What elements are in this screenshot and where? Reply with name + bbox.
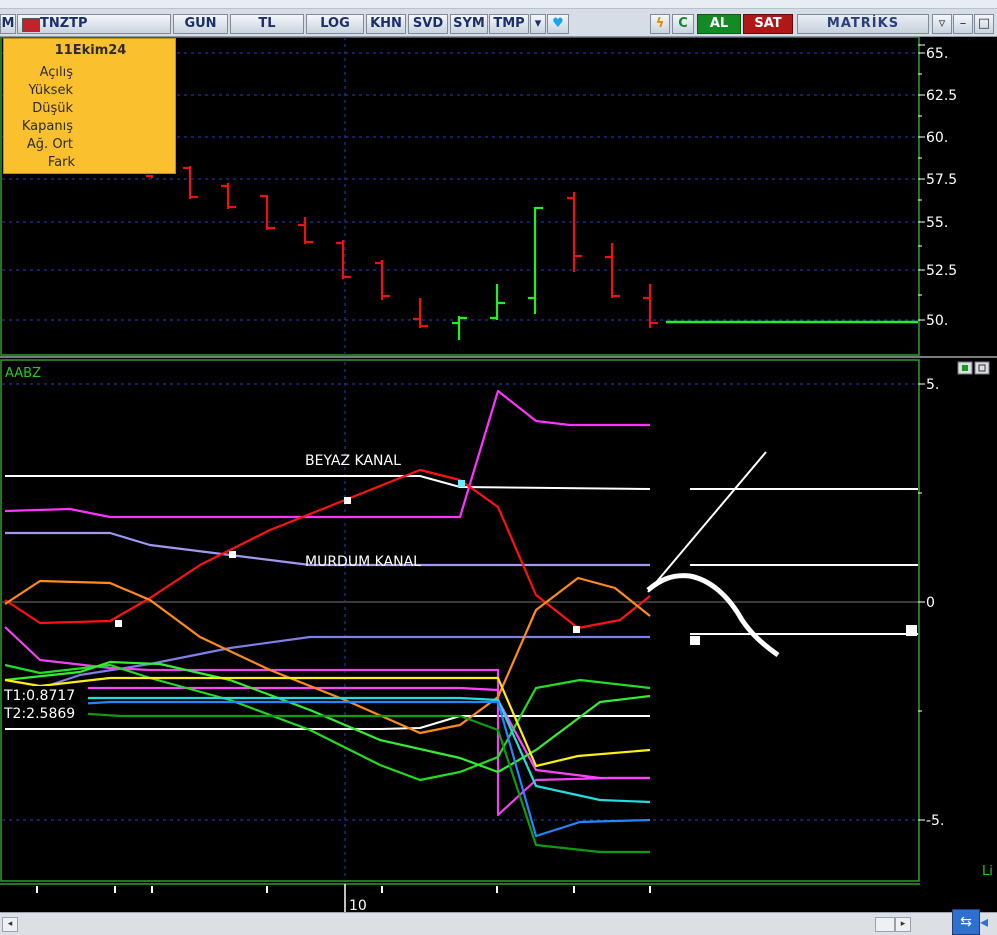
minimize-icon[interactable]: – <box>953 14 973 34</box>
info-label-low: Düşük <box>32 101 73 116</box>
t2-value: T2:2.5869 <box>3 706 75 722</box>
tmp-button[interactable]: TMP <box>489 14 529 34</box>
panel-status-icon <box>962 365 968 371</box>
indicator-panel-border <box>0 359 920 882</box>
time-axis: 10 <box>0 883 920 912</box>
sync-icon[interactable]: ⇆ <box>952 909 980 935</box>
indicator-tick-label: 5. <box>926 377 939 393</box>
indicator-grid <box>2 362 918 880</box>
buy-button[interactable]: AL <box>697 14 741 34</box>
indicator-lines <box>4 389 918 854</box>
price-tick-label: 55. <box>926 215 948 231</box>
corner-label: Li <box>982 864 993 879</box>
info-label-high: Yüksek <box>28 83 73 98</box>
indicator-tick-label: 0 <box>926 595 935 611</box>
info-label-avg: Ağ. Ort <box>26 137 73 152</box>
indicator-axis: 5. 0 -5. <box>918 377 944 829</box>
indicator-tick-label: -5. <box>926 813 944 829</box>
lightning-icon[interactable]: ϟ <box>650 14 670 34</box>
price-tick-label: 62.5 <box>926 88 957 104</box>
svd-button[interactable]: SVD <box>408 14 448 34</box>
price-tick-label: 52.5 <box>926 263 957 279</box>
info-label-open: Açılış <box>39 65 73 80</box>
time-axis-label: 10 <box>349 898 367 912</box>
price-axis: 65. 62.5 60. 57.5 55. 52.5 50. <box>918 44 957 329</box>
price-tick-label: 57.5 <box>926 172 957 188</box>
matriks-logo: MATRİKS <box>797 14 929 34</box>
symbol-flag-icon <box>22 18 40 32</box>
scroll-left-arrow-icon[interactable]: ◂ <box>2 917 18 932</box>
beyaz-kanal-label: BEYAZ KANAL <box>305 453 401 469</box>
info-label-close: Kapanış <box>21 119 73 134</box>
khn-button[interactable]: KHN <box>366 14 406 34</box>
window-top-strip <box>0 0 997 9</box>
sell-button[interactable]: SAT <box>743 14 793 34</box>
ohlc-info-box: 11Ekim24 Açılış Yüksek Düşük Kapanış Ağ.… <box>3 38 176 174</box>
menu-button[interactable]: M <box>0 14 16 34</box>
horizontal-scrollbar[interactable]: ◂ ▸ ⇆ ◂ <box>0 909 997 935</box>
indicator-title: AABZ <box>5 366 41 381</box>
symbol-selector[interactable]: TNZTP <box>17 14 171 34</box>
chart-toolbar: M TNZTP GUN TL LOG KHN SVD SYM TMP ▾ ♥ ϟ… <box>0 0 997 37</box>
info-date: 11Ekim24 <box>54 43 127 58</box>
twitter-bird-icon[interactable]: ♥ <box>547 14 569 34</box>
refresh-c-button[interactable]: C <box>672 14 694 34</box>
price-tick-label: 60. <box>926 130 948 146</box>
window-menu-icon[interactable]: ▿ <box>932 14 952 34</box>
collapse-left-icon[interactable]: ◂ <box>980 911 994 933</box>
scroll-thumb[interactable] <box>875 917 895 932</box>
price-tick-label: 50. <box>926 313 948 329</box>
scroll-right-arrow-icon[interactable]: ▸ <box>895 917 911 932</box>
murdum-kanal-label: MURDUM KANAL <box>305 554 421 570</box>
price-tick-label: 65. <box>926 46 948 62</box>
sym-button[interactable]: SYM <box>450 14 488 34</box>
panel-maximize-button[interactable] <box>974 361 990 375</box>
period-button[interactable]: GUN <box>173 14 228 34</box>
price-bars <box>146 166 918 340</box>
maximize-icon[interactable]: □ <box>974 14 994 34</box>
indicator-markers <box>115 480 917 645</box>
t1-value: T1:0.8717 <box>3 688 75 704</box>
dropdown-arrow-button[interactable]: ▾ <box>530 14 546 34</box>
symbol-label: TNZTP <box>40 16 88 31</box>
log-button[interactable]: LOG <box>306 14 364 34</box>
currency-button[interactable]: TL <box>230 14 304 34</box>
info-label-diff: Fark <box>47 155 75 170</box>
